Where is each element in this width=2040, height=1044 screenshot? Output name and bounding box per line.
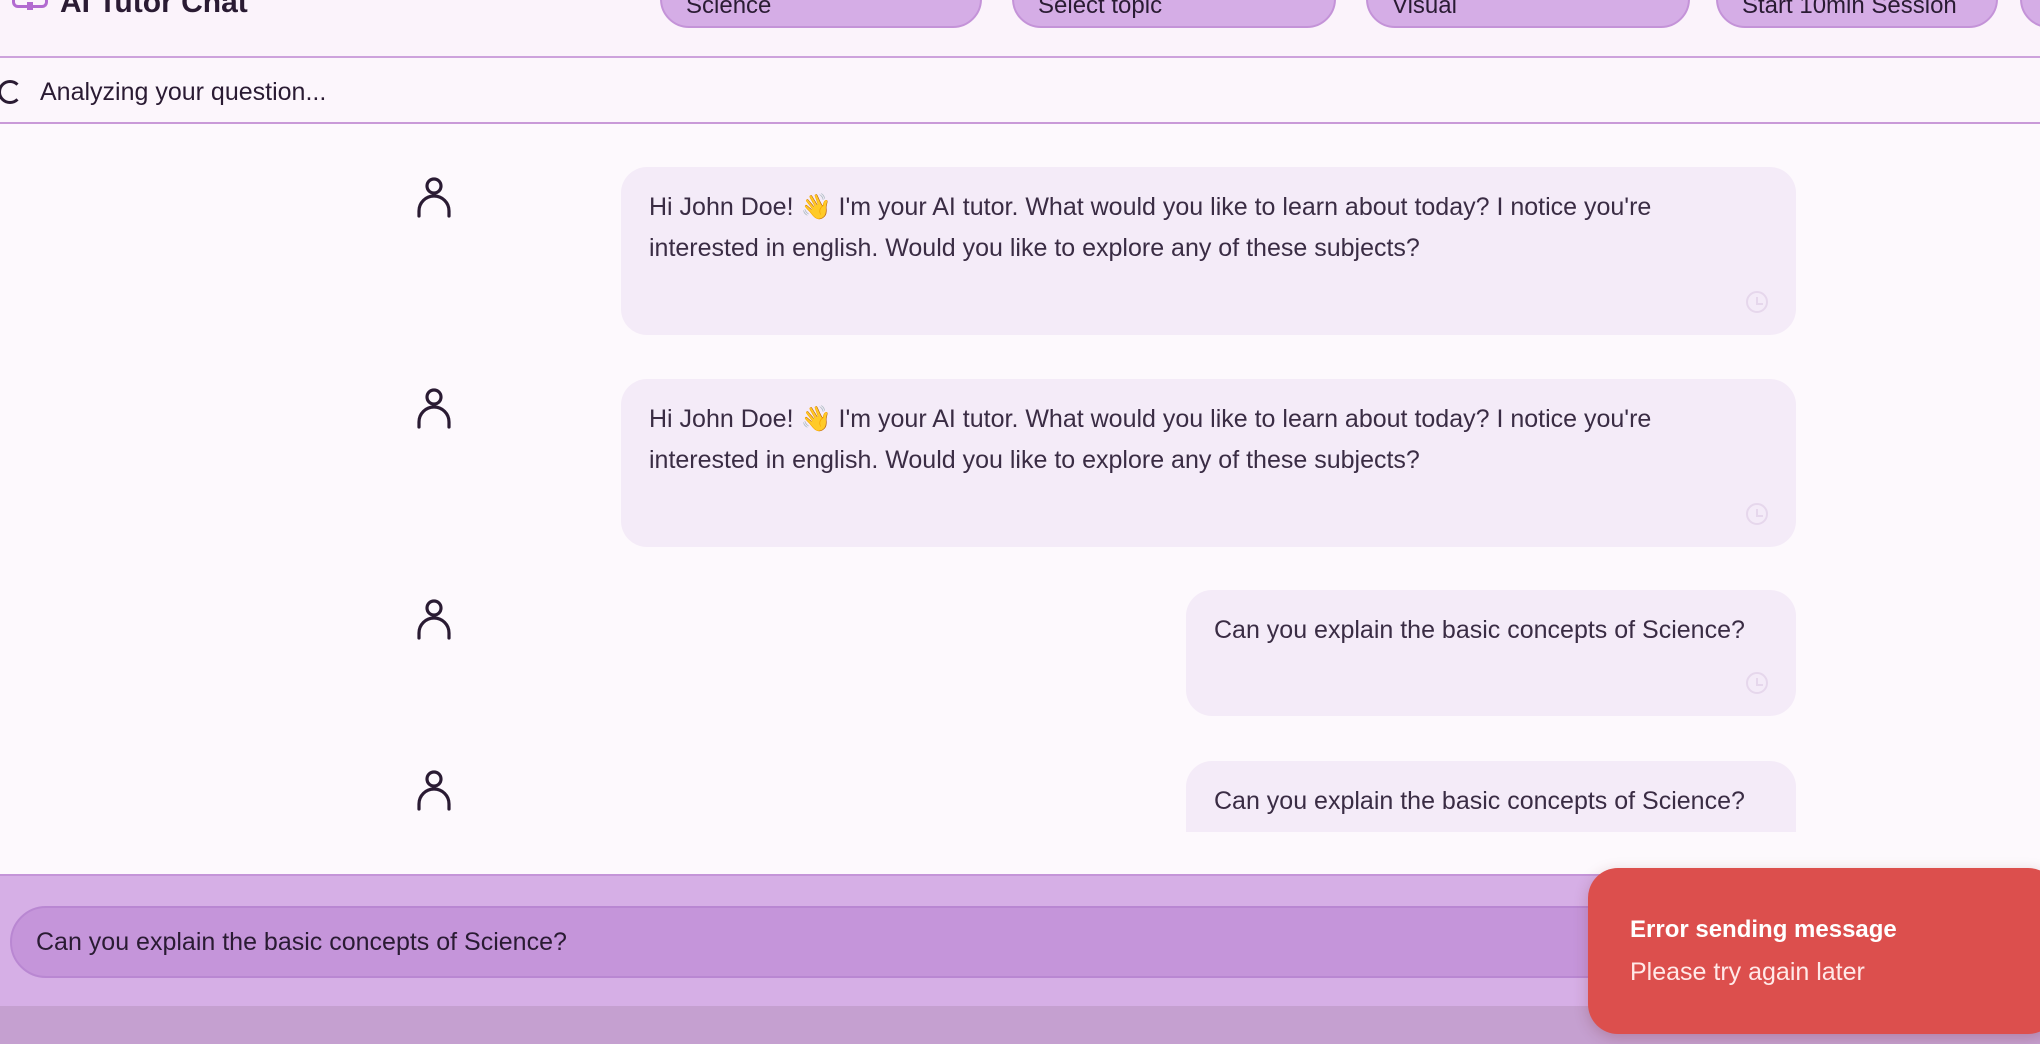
start-session-button[interactable]: Start 10min Session — [1716, 0, 1998, 28]
status-bar: Analyzing your question... — [0, 58, 2040, 124]
timestamp-icon — [1746, 503, 1768, 525]
app-header: AI Tutor Chat Science Select topic Visua… — [0, 0, 2040, 58]
message-text: Can you explain the basic concepts of Sc… — [1214, 787, 1745, 815]
error-toast[interactable]: Error sending message Please try again l… — [1588, 868, 2040, 1034]
topic-select[interactable]: Select topic — [1012, 0, 1336, 28]
user-avatar-icon — [417, 388, 451, 429]
subject-select[interactable]: Science — [660, 0, 982, 28]
user-avatar-icon — [417, 770, 451, 811]
timestamp-icon — [1746, 672, 1768, 694]
message-bubble: Can you explain the basic concepts of Sc… — [1186, 590, 1796, 716]
message-text: Hi John Doe! 👋 I'm your AI tutor. What w… — [649, 405, 1652, 474]
chat-logo-icon — [12, 0, 48, 10]
loading-spinner-icon — [0, 80, 22, 104]
user-avatar-icon — [417, 599, 451, 640]
message-bubble: Can you explain the basic concepts of Sc… — [1186, 761, 1796, 832]
message-input[interactable] — [10, 906, 1710, 978]
status-text: Analyzing your question... — [40, 78, 327, 106]
app-root: AI Tutor Chat Science Select topic Visua… — [0, 0, 2040, 1044]
header-menu-button[interactable] — [2020, 0, 2040, 28]
message-bubble: Hi John Doe! 👋 I'm your AI tutor. What w… — [621, 167, 1796, 335]
message-text: Can you explain the basic concepts of Sc… — [1214, 616, 1745, 644]
chat-messages[interactable]: Hi John Doe! 👋 I'm your AI tutor. What w… — [0, 124, 2040, 832]
toast-description: Please try again later — [1630, 958, 1865, 986]
timestamp-icon — [1746, 291, 1768, 313]
app-title: AI Tutor Chat — [60, 0, 248, 19]
toast-title: Error sending message — [1630, 916, 1897, 943]
message-text: Hi John Doe! 👋 I'm your AI tutor. What w… — [649, 193, 1652, 262]
message-bubble: Hi John Doe! 👋 I'm your AI tutor. What w… — [621, 379, 1796, 547]
learning-mode-select[interactable]: Visual — [1366, 0, 1690, 28]
user-avatar-icon — [417, 177, 451, 218]
